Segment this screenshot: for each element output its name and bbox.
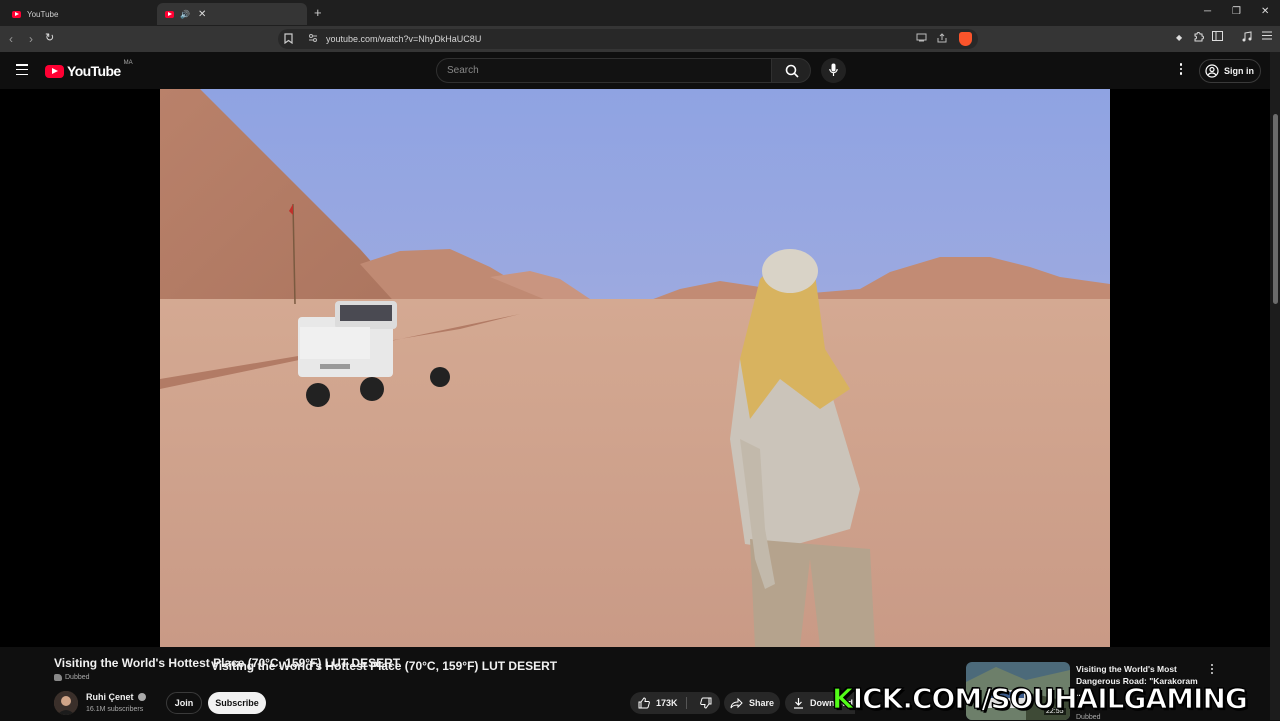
channel-name-row[interactable]: Ruhi Çenet: [86, 692, 146, 702]
close-window-button[interactable]: ✕: [1261, 6, 1269, 17]
sidebar-icon[interactable]: [1212, 31, 1223, 44]
url-text[interactable]: youtube.com/watch?v=NhyDkHaUC8U: [326, 34, 481, 44]
media-music-icon[interactable]: [1241, 31, 1253, 45]
download-icon: [794, 698, 803, 709]
tab-label: YouTube: [27, 9, 59, 19]
country-code: MA: [123, 60, 133, 66]
sign-in-label: Sign in: [1224, 66, 1254, 76]
desert-scene-image: [160, 89, 1110, 647]
browser-tab-bar: YouTube 🔊 Visiting the World's Hottest P…: [0, 0, 1280, 673]
share-label: Share: [749, 698, 775, 708]
browser-nav-bar: ‹ › ↻ youtube.com/watch?v=NhyDkHaUC8U ◆: [0, 26, 1280, 52]
speaker-icon: 🔊: [180, 9, 190, 19]
search-icon: [785, 64, 799, 78]
youtube-logo[interactable]: YouTube MA: [45, 60, 133, 79]
forward-icon[interactable]: ›: [29, 32, 33, 46]
subscribe-button[interactable]: Subscribe: [208, 692, 266, 714]
youtube-favicon-icon: [12, 10, 21, 18]
like-count: 173K: [656, 698, 678, 708]
dubbed-badge: Dubbed: [54, 674, 90, 681]
video-player[interactable]: [0, 89, 1270, 647]
verified-check-icon: [137, 693, 146, 701]
search-box: [436, 58, 772, 83]
channel-name[interactable]: Ruhi Çenet: [86, 692, 134, 702]
share-page-icon[interactable]: [937, 33, 947, 46]
page-scrollbar[interactable]: [1270, 52, 1280, 720]
kick-watermark: KICK.COM/SOUHAILGAMING: [831, 681, 1248, 715]
new-tab-button[interactable]: +: [314, 5, 322, 20]
like-divider: [686, 697, 687, 709]
youtube-header: YouTube MA Sign in: [0, 52, 1270, 89]
settings-kebab-icon[interactable]: [1177, 63, 1185, 77]
video-frame[interactable]: [160, 89, 1110, 647]
like-button[interactable]: 173K: [630, 692, 686, 714]
share-arrow-icon: [730, 697, 743, 708]
channel-avatar[interactable]: [54, 691, 78, 715]
share-button[interactable]: Share: [724, 692, 780, 714]
avatar-image: [54, 691, 78, 715]
extension-dot-icon[interactable]: ◆: [1176, 33, 1182, 42]
brave-shield-icon[interactable]: [959, 32, 972, 46]
video-title: Visiting the World's Hottest Place (70°C…: [54, 656, 401, 670]
restore-button[interactable]: ❐: [1232, 6, 1241, 17]
menu-icon[interactable]: [1262, 31, 1272, 43]
join-button[interactable]: Join: [166, 692, 202, 714]
recommended-more-icon[interactable]: [1209, 664, 1215, 676]
bookmark-icon[interactable]: [284, 33, 293, 47]
cast-icon[interactable]: [916, 33, 927, 45]
browser-tab-youtube[interactable]: YouTube: [4, 3, 154, 25]
scrollbar-thumb[interactable]: [1273, 114, 1278, 304]
thumbs-down-icon: [700, 697, 712, 709]
kick-url-text: ICK.COM/SOUHAILGAMING: [852, 681, 1248, 715]
dubbed-label: Dubbed: [65, 674, 90, 681]
browser-tab-active[interactable]: 🔊 Visiting the World's Hottest Place (70…: [157, 3, 557, 673]
account-circle-icon: [1205, 64, 1219, 78]
subscriber-count: 16.1M subscribers: [86, 706, 144, 713]
youtube-play-icon: [45, 64, 64, 78]
logo-text: YouTube: [67, 63, 121, 79]
minimize-button[interactable]: ─: [1204, 6, 1211, 17]
address-bar[interactable]: youtube.com/watch?v=NhyDkHaUC8U: [278, 29, 978, 49]
dislike-button[interactable]: [692, 692, 720, 714]
voice-search-button[interactable]: [821, 58, 846, 83]
search-input[interactable]: [447, 65, 747, 76]
youtube-favicon-icon: [165, 10, 174, 18]
microphone-icon: [829, 63, 838, 76]
dubbed-icon: [54, 674, 62, 681]
site-settings-icon[interactable]: [308, 33, 318, 46]
like-dislike-group: 173K: [630, 692, 720, 714]
extensions-puzzle-icon[interactable]: [1193, 31, 1204, 45]
kick-k-letter: K: [831, 681, 854, 715]
thumbs-up-icon: [638, 697, 650, 709]
sign-in-button[interactable]: Sign in: [1199, 59, 1261, 83]
search-button[interactable]: [771, 58, 811, 83]
reload-icon[interactable]: ↻: [45, 31, 54, 44]
close-tab-icon[interactable]: ✕: [198, 9, 206, 20]
hamburger-menu-icon[interactable]: [16, 64, 28, 76]
back-icon[interactable]: ‹: [9, 32, 13, 46]
